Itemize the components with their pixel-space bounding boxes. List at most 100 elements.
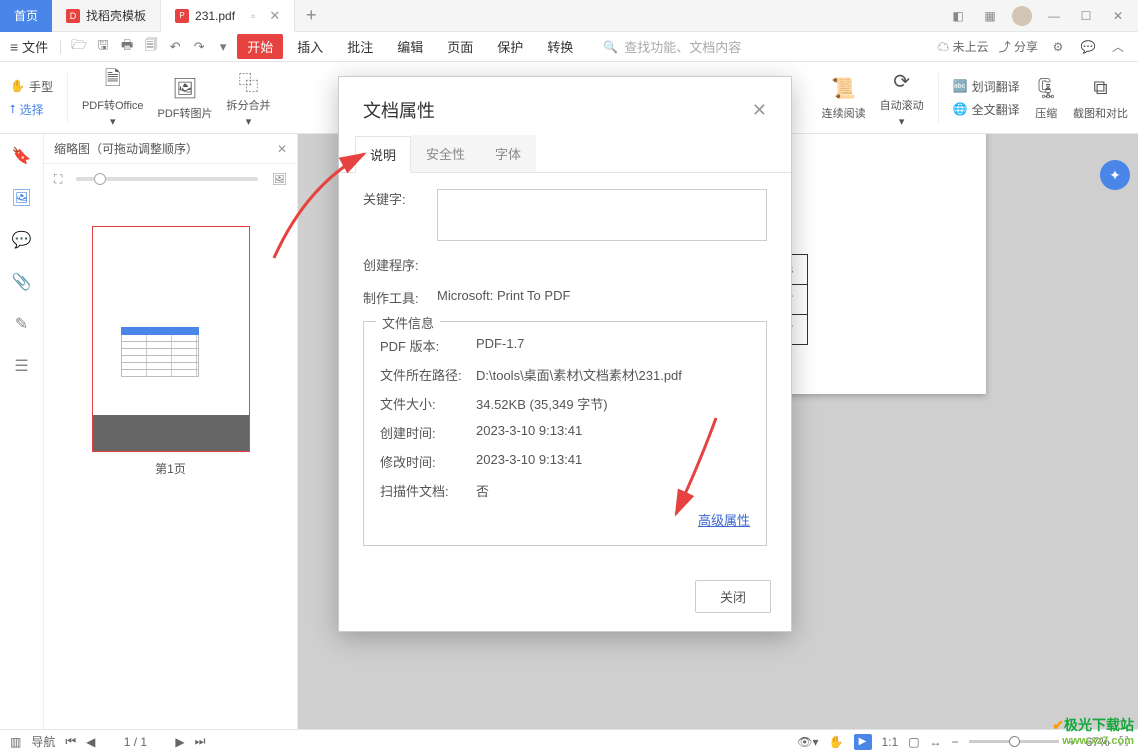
dialog-tab-security[interactable]: 安全性 [411,135,480,172]
tab-document[interactable]: P 231.pdf ▫ ✕ [161,0,295,32]
producer-value: Microsoft: Print To PDF [437,288,570,303]
menu-annotate[interactable]: 批注 [337,34,383,59]
modified-label: 修改时间: [380,452,470,471]
dialog-close-button[interactable]: 关闭 [695,580,771,613]
redo-icon[interactable]: ↷ [189,38,209,56]
hand-tool[interactable]: ✋ 手型 [10,78,53,95]
zoom-slider[interactable] [969,740,1059,743]
bookmark-icon[interactable]: 🔖 [12,146,32,166]
dropdown-icon[interactable]: ▾ [213,38,233,56]
window-maximize[interactable]: ☐ [1076,6,1096,26]
tab-menu-icon[interactable]: ▫ [251,9,255,23]
share-button[interactable]: ⤴ 分享 [999,38,1038,55]
divider [60,40,61,54]
prev-page-button[interactable]: ◀ [86,735,95,749]
fullscreen-icon[interactable]: ⛶ [1120,734,1128,749]
thumbnail-title: 缩略图（可拖动调整顺序） [54,140,198,157]
keywords-label: 关键字: [363,189,429,208]
menu-insert[interactable]: 插入 [287,34,333,59]
zoom-out-button[interactable]: − [952,735,959,749]
menu-edit[interactable]: 编辑 [387,34,433,59]
menu-file[interactable]: 文件 [22,37,48,56]
hamburger-icon[interactable]: ≡ [10,39,18,55]
page-thumbnail-1[interactable] [92,226,250,452]
auto-scroll[interactable]: ⟳自动滚动▾ [880,67,924,128]
mini-table [121,327,199,377]
modified-value: 2023-3-10 9:13:41 [476,452,582,471]
pdf-to-office[interactable]: 🗎PDF转Office▾ [82,67,144,128]
next-page-button[interactable]: ▶ [175,735,184,749]
word-translate[interactable]: 🔤 划词翻译 [953,78,1020,95]
eye-icon[interactable]: 👁▾ [797,735,818,749]
search-input[interactable]: 查找功能、文档内容 [603,37,741,56]
thumbnail-icon[interactable]: 🖼 [11,188,31,208]
page-number-input[interactable]: 1 / 1 [105,735,165,749]
window-close[interactable]: ✕ [1108,6,1128,26]
created-label: 创建时间: [380,423,470,442]
file-path-value: D:\tools\桌面\素材\文档素材\231.pdf [476,365,682,384]
dialog-close-icon[interactable]: ✕ [752,100,767,121]
thumbnail-panel: 缩略图（可拖动调整顺序） ✕ ⛶ 🖼 第1页 [44,134,298,729]
layout-icon[interactable]: ◧ [948,6,968,26]
statusbar: ▥ 导航 ⏮ ◀ 1 / 1 ▶ ⏭ 👁▾ ✋ ▶ 1:1 ▢ ↔ − + 67… [0,729,1138,753]
saveas-icon[interactable]: 🗐 [141,38,161,56]
collapse-ribbon-icon[interactable]: ︿ [1108,38,1128,56]
last-page-button[interactable]: ⏭ [195,734,206,749]
pdf-icon: P [175,9,189,23]
zoom-value[interactable]: 67% [1086,735,1110,749]
keywords-input[interactable] [437,189,767,241]
comment-icon[interactable]: 💬 [12,230,32,250]
close-panel-icon[interactable]: ✕ [277,142,287,156]
menu-start[interactable]: 开始 [237,34,283,59]
tab-templates[interactable]: D 找稻壳模板 [52,0,161,32]
file-info-legend: 文件信息 [376,313,440,332]
tab-home[interactable]: 首页 [0,0,52,32]
settings-icon[interactable]: ⚙ [1048,38,1068,56]
menu-page[interactable]: 页面 [437,34,483,59]
window-minimize[interactable]: — [1044,6,1064,26]
creator-label: 创建程序: [363,255,429,274]
nav-label[interactable]: 导航 [31,733,55,750]
select-tool[interactable]: ⭡ 选择 [10,101,53,118]
menu-convert[interactable]: 转换 [537,34,583,59]
new-tab-button[interactable]: + [295,5,327,26]
fit-page-icon[interactable]: ▢ [908,735,919,749]
compress-button[interactable]: 🗜压缩 [1034,75,1059,121]
crop-compare[interactable]: ⧉截图和对比 [1073,75,1128,121]
first-page-button[interactable]: ⏮ [65,734,76,749]
thumb-tool-icon[interactable]: ⛶ [54,172,62,187]
tab-document-label: 231.pdf [195,9,235,23]
created-value: 2023-3-10 9:13:41 [476,423,582,442]
user-avatar[interactable] [1012,6,1032,26]
open-icon[interactable]: 🗁 [69,38,89,56]
pdf-to-image[interactable]: 🖼PDF转图片 [158,75,213,121]
tab-close-icon[interactable]: ✕ [269,8,280,24]
save-icon[interactable]: 🖫 [93,38,113,56]
thumb-zoom-slider[interactable] [76,177,257,181]
menu-protect[interactable]: 保护 [487,34,533,59]
dialog-tab-font[interactable]: 字体 [480,135,536,172]
dialog-tab-description[interactable]: 说明 [355,136,411,173]
continuous-read[interactable]: 📜连续阅读 [822,75,866,121]
play-button[interactable]: ▶ [854,734,872,750]
pdf-image-icon: 🖼 [172,75,197,103]
split-merge[interactable]: ⿻拆分合并▾ [227,67,271,128]
undo-icon[interactable]: ↶ [165,38,185,56]
ai-assist-button[interactable]: ✦ [1100,160,1130,190]
signature-icon[interactable]: ✎ [15,314,28,334]
cloud-status[interactable]: ☁ 未上云 [937,38,988,55]
page-thumbnail-label: 第1页 [155,460,186,477]
print-icon[interactable]: 🖶 [117,38,137,56]
zoom-in-button[interactable]: + [1069,735,1076,749]
grid-icon[interactable]: ▦ [980,6,1000,26]
layers-icon[interactable]: ☰ [14,356,28,376]
attachment-icon[interactable]: 📎 [12,272,32,292]
thumb-view-icon[interactable]: 🖼 [272,172,287,186]
fit-width-icon[interactable]: ↔ [930,735,942,749]
advanced-properties-link[interactable]: 高级属性 [698,513,750,528]
fit-icon[interactable]: 1:1 [882,735,899,749]
chat-icon[interactable]: 💬 [1078,38,1098,56]
nav-pane-icon[interactable]: ▥ [10,735,21,749]
hand-status-icon[interactable]: ✋ [829,735,844,749]
full-translate[interactable]: 🌐 全文翻译 [953,101,1020,118]
